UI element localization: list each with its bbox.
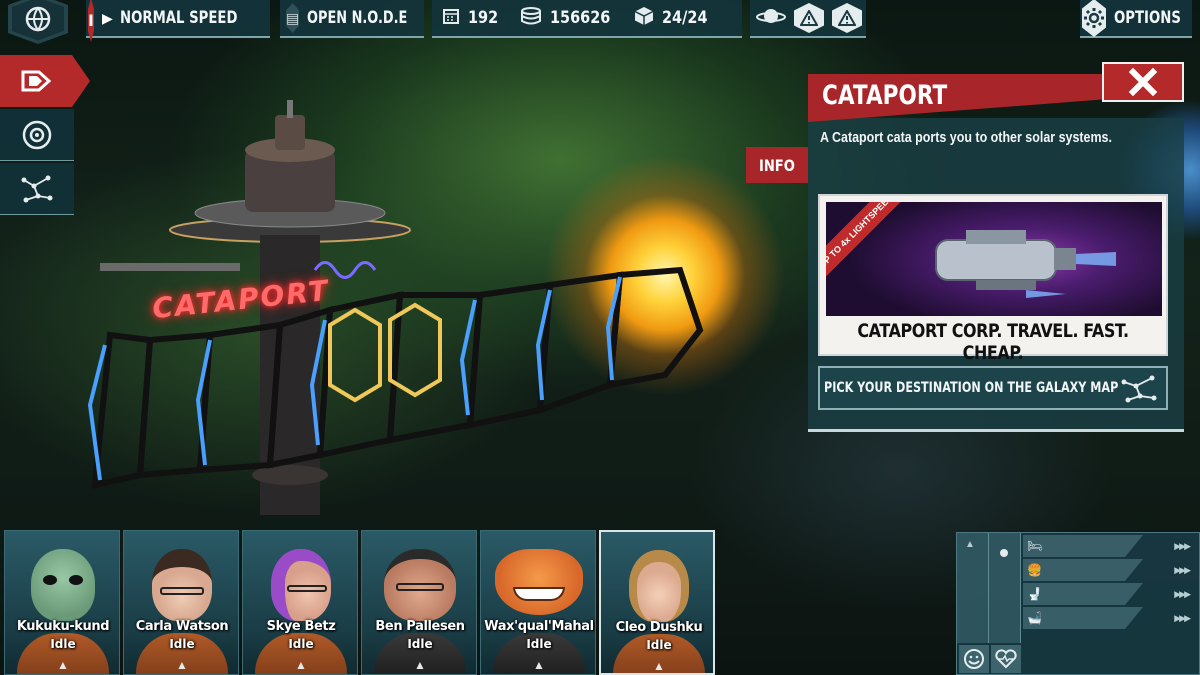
sort-up-icon[interactable]: ▲ [965,539,975,550]
crew-name: Ben Pallesen [375,619,465,634]
globe-button[interactable] [8,0,68,44]
pick-destination-label: PICK YOUR DESTINATION ON THE GALAXY MAP [824,380,1119,396]
resources-bar: 192 156626 24/24 [432,0,742,38]
info-description: A Cataport cata ports you to other solar… [820,130,1112,146]
crew-portrait [271,549,331,621]
days-value: 192 [468,8,499,28]
ad-image: UP TO 4x LIGHTSPEED [826,202,1162,316]
crew-roster: Kukuku-kund Idle ▲ Carla Watson Idle ▲ S… [0,530,720,675]
crew-portrait [152,549,212,621]
arrows-icon: ▶▶▶ [1174,589,1191,599]
speed-label: NORMAL SPEED [119,8,238,28]
cataport-advertisement: UP TO 4x LIGHTSPEED CATAPORT CORP. TRAVE… [818,194,1168,364]
crew-emblem-icon: ▲ [57,658,69,672]
top-bar: I ▶ NORMAL SPEED ▤ OPEN N.O.D.E 192 1566… [0,0,1200,44]
info-title: CATAPORT [822,80,948,111]
close-button[interactable] [1102,62,1184,102]
crew-name: Cleo Dushku [615,620,703,635]
crew-status: Idle [526,637,552,651]
need-row-hygiene[interactable]: 🚽 [1023,583,1143,605]
crew-card[interactable]: Wax'qual'Mahal Idle ▲ [480,530,596,675]
warning-icon[interactable] [832,3,862,33]
crew-name: Kukuku-kund [16,619,110,634]
needs-panel: ▲ 🛏 🍔 🚽 🛁 ▶▶▶ ▶▶▶ ▶▶▶ ▶▶▶ [956,532,1200,675]
indicator-dot [1000,549,1008,557]
crew-portrait [629,550,689,622]
need-row-food[interactable]: 🍔 [1023,559,1143,581]
heart-icon [995,649,1017,669]
coins-icon [520,6,542,30]
food-icon: 🍔 [1027,563,1042,577]
crew-emblem-icon: ▲ [653,659,665,673]
crew-emblem-icon: ▲ [176,658,188,672]
orbit-icon [22,120,52,149]
open-node-label: OPEN N.O.D.E [307,8,408,28]
options-label: OPTIONS [1114,8,1181,28]
left-sidebar [0,55,90,215]
shower-icon: 🛁 [1027,611,1042,625]
arrows-icon: ▶▶▶ [1174,613,1191,623]
sidebar-item-build[interactable] [0,55,90,107]
options-button[interactable]: OPTIONS [1080,0,1192,38]
planet-icon[interactable] [756,5,786,32]
warning-icon[interactable] [794,3,824,33]
crew-portrait [384,549,456,621]
crew-name: Carla Watson [135,619,229,634]
need-row-sleep[interactable]: 🛏 [1023,535,1143,557]
need-row-wash[interactable]: 🛁 [1023,607,1143,629]
open-node-button[interactable]: ▤ OPEN N.O.D.E [280,0,424,38]
crew-capacity-value: 24/24 [662,8,708,28]
crew-card-selected[interactable]: Cleo Dushku Idle ▲ [599,530,715,675]
needs-column [989,533,1021,643]
crew-name: Wax'qual'Mahal [484,619,594,634]
crew-status: Idle [288,637,314,651]
calendar-icon [442,7,460,30]
gear-icon [1082,0,1106,37]
crew-emblem-icon: ▲ [533,658,545,672]
crew-status: Idle [50,637,76,651]
crew-portrait [31,549,95,621]
sidebar-item-system[interactable] [0,109,74,161]
ship-illustration [935,230,1116,298]
globe-icon [25,6,51,32]
crew-status: Idle [169,637,195,651]
node-icon: ▤ [286,3,300,33]
crew-name: Skye Betz [266,619,336,634]
arrows-icon: ▶▶▶ [1174,541,1191,551]
close-icon [1128,67,1158,97]
info-tag: INFO [746,147,808,183]
speed-control[interactable]: I ▶ NORMAL SPEED [86,0,270,42]
network-icon [1121,375,1157,403]
alerts-bar [750,0,866,38]
crew-status: Idle [646,638,672,652]
health-button[interactable] [991,645,1021,673]
mood-button[interactable] [959,645,989,673]
play-icon: ▶ [101,9,113,26]
crew-emblem-icon: ▲ [414,658,426,672]
crew-card[interactable]: Kukuku-kund Idle ▲ [4,530,120,675]
speed-indicator[interactable]: I [88,0,94,42]
build-arrows-icon [21,70,52,92]
arrows-icon: ▶▶▶ [1174,565,1191,575]
bed-icon: 🛏 [1027,539,1043,553]
crew-status: Idle [407,637,433,651]
crew-card[interactable]: Ben Pallesen Idle ▲ [361,530,477,675]
crew-portrait [495,549,583,615]
crew-card[interactable]: Skye Betz Idle ▲ [242,530,358,675]
credits-value: 156626 [550,8,611,28]
cube-icon [634,6,654,31]
mood-icon [964,649,984,669]
crew-emblem-icon: ▲ [295,658,307,672]
crew-card[interactable]: Carla Watson Idle ▲ [123,530,239,675]
pick-destination-button[interactable]: PICK YOUR DESTINATION ON THE GALAXY MAP [818,366,1168,410]
needs-column: ▲ [957,533,989,643]
network-icon [21,175,53,202]
ad-slogan: CATAPORT CORP. TRAVEL. FAST. CHEAP. [857,320,1129,364]
sidebar-item-galaxy[interactable] [0,163,74,215]
toilet-icon: 🚽 [1027,587,1042,601]
